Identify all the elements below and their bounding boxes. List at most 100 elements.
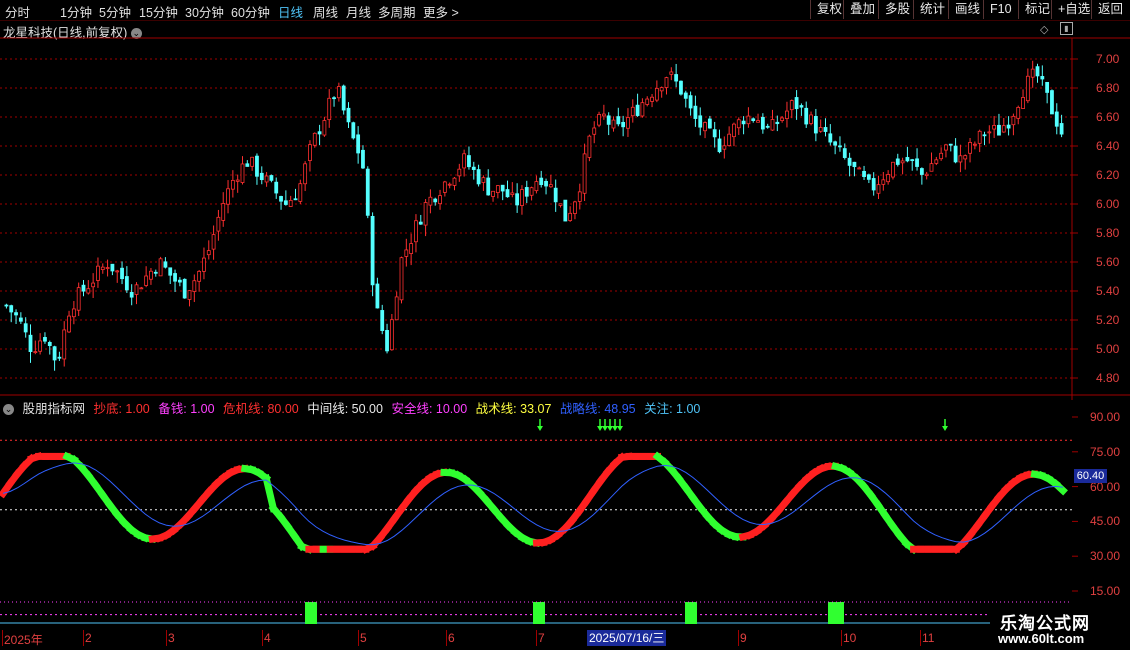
candle-body: [144, 275, 149, 286]
candle-body: [616, 116, 621, 125]
candle-body: [216, 216, 221, 232]
candle-body: [100, 266, 105, 271]
candle-body: [385, 330, 389, 352]
candle-body: [197, 270, 202, 282]
candle-body: [751, 118, 756, 122]
price-tick-label: 7.00: [1096, 52, 1120, 66]
candle-body: [495, 185, 500, 193]
candle-body: [1006, 124, 1011, 129]
candle-body: [467, 155, 471, 168]
candle-body: [462, 153, 467, 169]
candle-body: [587, 135, 592, 158]
candle-body: [520, 189, 524, 206]
price-tick-label: 5.20: [1096, 313, 1120, 327]
candle-body: [500, 184, 505, 192]
candle-body: [1001, 125, 1006, 133]
candle-body: [264, 175, 269, 183]
candle-body: [370, 215, 375, 286]
candle-body: [1059, 123, 1064, 135]
indicator-tick-label: 30.00: [1090, 549, 1121, 564]
candle-body: [428, 196, 433, 206]
buy-arrow-head: [617, 426, 623, 431]
candle-body: [1016, 106, 1021, 119]
date-tick: [536, 630, 537, 646]
price-tick-label: 6.80: [1096, 81, 1120, 95]
date-tick-label: 3: [168, 631, 175, 645]
date-tick: [166, 630, 167, 646]
indicator-tick-label: 15.00: [1090, 584, 1121, 598]
candle-body: [688, 95, 693, 109]
candle-body: [293, 198, 298, 201]
candle-body: [303, 163, 308, 185]
candle-body: [380, 310, 385, 331]
candle-body: [124, 276, 129, 291]
candle-body: [640, 102, 645, 117]
date-tick-label: 5: [360, 631, 367, 645]
price-tick-label: 5.60: [1096, 255, 1120, 269]
candle-body: [679, 80, 683, 95]
candle-body: [81, 284, 86, 292]
candle-body: [149, 270, 153, 280]
candle-body: [886, 174, 891, 183]
candle-body: [298, 183, 303, 202]
price-chart[interactable]: [0, 0, 1130, 400]
candle-body: [775, 121, 780, 125]
candle-body: [553, 187, 558, 203]
candle-body: [813, 116, 818, 134]
candle-body: [871, 178, 876, 191]
date-tick: [920, 630, 921, 646]
candle-body: [250, 156, 255, 167]
candle-body: [356, 134, 361, 154]
candle-body: [770, 119, 775, 131]
candle-body: [703, 122, 707, 132]
candle-body: [838, 145, 842, 148]
candle-body: [52, 346, 57, 361]
candle-body: [351, 122, 356, 139]
candle-body: [635, 104, 640, 116]
signal-bar: [533, 602, 545, 624]
price-tick-label: 6.00: [1096, 197, 1120, 211]
candle-body: [105, 267, 110, 269]
candle-body: [332, 97, 336, 100]
candle-body: [327, 97, 332, 121]
candle-body: [534, 181, 539, 192]
candle-body: [654, 88, 659, 101]
candle-body: [317, 131, 322, 135]
candle-body: [524, 187, 529, 197]
candle-body: [760, 116, 765, 130]
candle-body: [481, 177, 486, 183]
candle-body: [177, 279, 182, 283]
candle-body: [173, 273, 177, 282]
candle-body: [1021, 97, 1025, 109]
candle-body: [977, 130, 982, 144]
candle-body: [86, 288, 91, 294]
candle-body: [235, 179, 240, 182]
candle-body: [717, 138, 722, 153]
candle-body: [120, 267, 124, 280]
candle-body: [857, 167, 862, 170]
indicator-chart[interactable]: [0, 395, 1130, 635]
candle-body: [211, 234, 216, 250]
candle-body: [929, 163, 934, 172]
candle-body: [226, 188, 230, 205]
candle-body: [404, 249, 409, 257]
candle-body: [62, 329, 67, 360]
indicator-tick-label: 45.00: [1090, 514, 1121, 529]
current-value-badge: 60.40: [1074, 469, 1107, 483]
candle-body: [1054, 111, 1059, 127]
candle-body: [780, 117, 785, 121]
date-tick-label: 4: [264, 631, 271, 645]
candle-body: [47, 341, 52, 346]
signal-bar: [685, 602, 697, 624]
candle-body: [948, 143, 953, 146]
candle-body: [828, 133, 833, 143]
candle-body: [891, 161, 895, 178]
candle-body: [57, 356, 62, 359]
candle-body: [1035, 66, 1040, 77]
candle-body: [664, 77, 669, 88]
date-tick: [83, 630, 84, 646]
candle-body: [221, 203, 226, 221]
candle-body: [361, 149, 365, 169]
candle-body: [418, 221, 423, 225]
candle-body: [182, 278, 187, 299]
